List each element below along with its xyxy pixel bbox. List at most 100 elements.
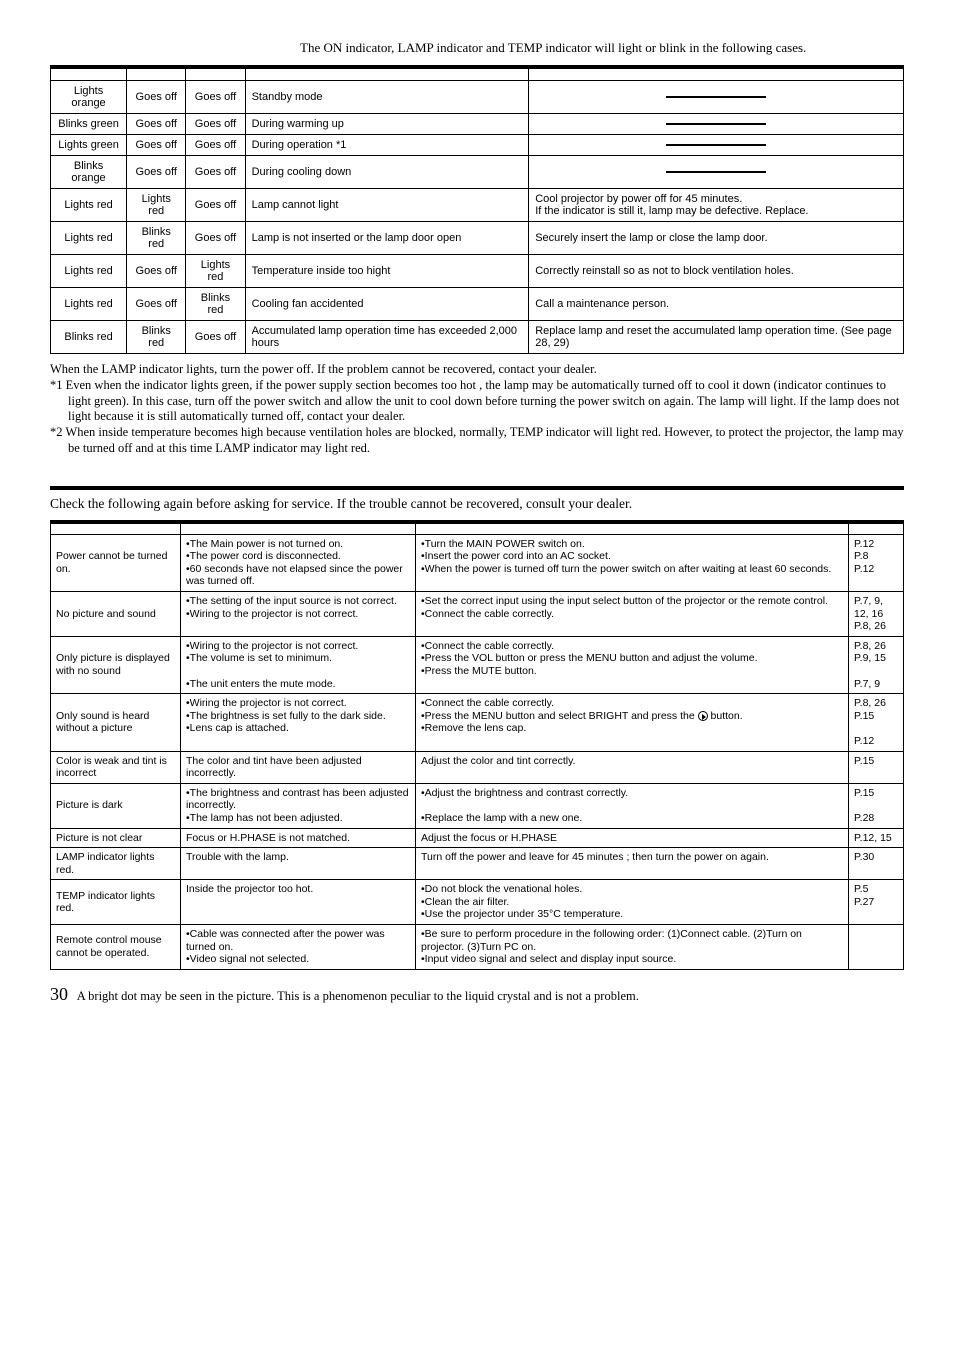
table-cell: Lights red xyxy=(127,189,186,222)
page-number: 30 xyxy=(50,984,68,1004)
table-cell: Goes off xyxy=(186,81,245,114)
page-ref-cell: P.8, 26 P.15 P.12 xyxy=(849,694,904,751)
table-cell: Goes off xyxy=(186,156,245,189)
cause-cell: •Wiring the projector is not correct. •T… xyxy=(181,694,416,751)
dash-icon xyxy=(666,144,766,146)
remedy-cell: •Be sure to perform procedure in the fol… xyxy=(416,925,849,970)
page-ref-cell: P.15 xyxy=(849,751,904,783)
table-cell: Lights red xyxy=(51,288,127,321)
table-cell: During warming up xyxy=(245,114,529,135)
dash-icon xyxy=(666,123,766,125)
table-cell: Blinks red xyxy=(127,321,186,354)
section-divider xyxy=(50,486,904,490)
symptom-cell: Color is weak and tint is incorrect xyxy=(51,751,181,783)
remedy-cell: Adjust the color and tint correctly. xyxy=(416,751,849,783)
symptom-cell: TEMP indicator lights red. xyxy=(51,880,181,925)
table-cell: Accumulated lamp operation time has exce… xyxy=(245,321,529,354)
table-cell: Blinks red xyxy=(51,321,127,354)
table-cell: Blinks red xyxy=(186,288,245,321)
remedy-cell: •Connect the cable correctly.•Press the … xyxy=(416,694,849,751)
remedy-cell: •Do not block the venational holes. •Cle… xyxy=(416,880,849,925)
table-cell: During operation *1 xyxy=(245,135,529,156)
table-cell: Lights red xyxy=(186,255,245,288)
remedy-cell: •Connect the cable correctly. •Press the… xyxy=(416,636,849,693)
cause-cell: •The brightness and contrast has been ad… xyxy=(181,783,416,828)
note-paragraph: *2 When inside temperature becomes high … xyxy=(50,425,904,456)
note-paragraph: *1 Even when the indicator lights green,… xyxy=(50,378,904,425)
dash-icon xyxy=(666,96,766,98)
table-cell: Goes off xyxy=(127,135,186,156)
notes-block: When the LAMP indicator lights, turn the… xyxy=(50,362,904,456)
table-cell: Lamp cannot light xyxy=(245,189,529,222)
page-ref-cell: P.12, 15 xyxy=(849,828,904,848)
remedy-cell: Adjust the focus or H.PHASE xyxy=(416,828,849,848)
table-cell: Cooling fan accidented xyxy=(245,288,529,321)
table-cell: Lights red xyxy=(51,255,127,288)
symptom-cell: LAMP indicator lights red. xyxy=(51,848,181,880)
table-cell: Goes off xyxy=(186,189,245,222)
table-cell: During cooling down xyxy=(245,156,529,189)
table-cell: Replace lamp and reset the accumulated l… xyxy=(529,321,904,354)
page-ref-cell: P.12 P.8 P.12 xyxy=(849,534,904,591)
table-cell: Goes off xyxy=(127,156,186,189)
table-cell: Call a maintenance person. xyxy=(529,288,904,321)
cause-cell: Trouble with the lamp. xyxy=(181,848,416,880)
page-ref-cell: P.5 P.27 xyxy=(849,880,904,925)
cause-cell: Focus or H.PHASE is not matched. xyxy=(181,828,416,848)
remedy-cell: Turn off the power and leave for 45 minu… xyxy=(416,848,849,880)
table-cell: Goes off xyxy=(127,288,186,321)
troubleshoot-intro: Check the following again before asking … xyxy=(50,496,904,512)
table-cell: Goes off xyxy=(186,222,245,255)
cause-cell: •The setting of the input source is not … xyxy=(181,592,416,637)
table-cell: Standby mode xyxy=(245,81,529,114)
page-ref-cell: P.8, 26 P.9, 15 P.7, 9 xyxy=(849,636,904,693)
remedy-cell: •Adjust the brightness and contrast corr… xyxy=(416,783,849,828)
table-cell: Lights green xyxy=(51,135,127,156)
remedy-cell: •Set the correct input using the input s… xyxy=(416,592,849,637)
dash-icon xyxy=(666,171,766,173)
table-cell: Goes off xyxy=(186,321,245,354)
table-cell: Lamp is not inserted or the lamp door op… xyxy=(245,222,529,255)
table-cell xyxy=(529,156,904,189)
table-cell: Correctly reinstall so as not to block v… xyxy=(529,255,904,288)
cause-cell: Inside the projector too hot. xyxy=(181,880,416,925)
table-cell: Lights orange xyxy=(51,81,127,114)
table-cell: Goes off xyxy=(127,114,186,135)
table-cell: Goes off xyxy=(186,135,245,156)
table-cell: Securely insert the lamp or close the la… xyxy=(529,222,904,255)
cause-cell: •Cable was connected after the power was… xyxy=(181,925,416,970)
cause-cell: The color and tint have been adjusted in… xyxy=(181,751,416,783)
table-cell: Blinks green xyxy=(51,114,127,135)
table-cell: Goes off xyxy=(127,81,186,114)
cause-cell: •Wiring to the projector is not correct.… xyxy=(181,636,416,693)
note-paragraph: When the LAMP indicator lights, turn the… xyxy=(50,362,904,378)
play-icon xyxy=(698,711,708,721)
page-ref-cell: P.15 P.28 xyxy=(849,783,904,828)
table-cell xyxy=(529,81,904,114)
table-cell: Temperature inside too hight xyxy=(245,255,529,288)
table-cell: Blinks red xyxy=(127,222,186,255)
symptom-cell: Only sound is heard without a picture xyxy=(51,694,181,751)
page-footer: 30 A bright dot may be seen in the pictu… xyxy=(50,984,904,1005)
table-cell: Lights red xyxy=(51,189,127,222)
cause-cell: •The Main power is not turned on. •The p… xyxy=(181,534,416,591)
symptom-cell: Power cannot be turned on. xyxy=(51,534,181,591)
page-ref-cell: P.7, 9, 12, 16 P.8, 26 xyxy=(849,592,904,637)
indicator-intro: The ON indicator, LAMP indicator and TEM… xyxy=(300,40,904,57)
symptom-cell: Picture is not clear xyxy=(51,828,181,848)
table-cell: Cool projector by power off for 45 minut… xyxy=(529,189,904,222)
indicator-table: Lights orangeGoes offGoes offStandby mod… xyxy=(50,65,904,355)
table-cell: Blinks orange xyxy=(51,156,127,189)
symptom-cell: No picture and sound xyxy=(51,592,181,637)
footer-note: A bright dot may be seen in the picture.… xyxy=(77,989,639,1003)
troubleshoot-table: Power cannot be turned on.•The Main powe… xyxy=(50,520,904,970)
table-cell xyxy=(529,135,904,156)
symptom-cell: Remote control mouse cannot be operated. xyxy=(51,925,181,970)
table-cell xyxy=(529,114,904,135)
page-ref-cell: P.30 xyxy=(849,848,904,880)
remedy-cell: •Turn the MAIN POWER switch on. •Insert … xyxy=(416,534,849,591)
table-cell: Lights red xyxy=(51,222,127,255)
symptom-cell: Picture is dark xyxy=(51,783,181,828)
page-ref-cell xyxy=(849,925,904,970)
table-cell: Goes off xyxy=(186,114,245,135)
